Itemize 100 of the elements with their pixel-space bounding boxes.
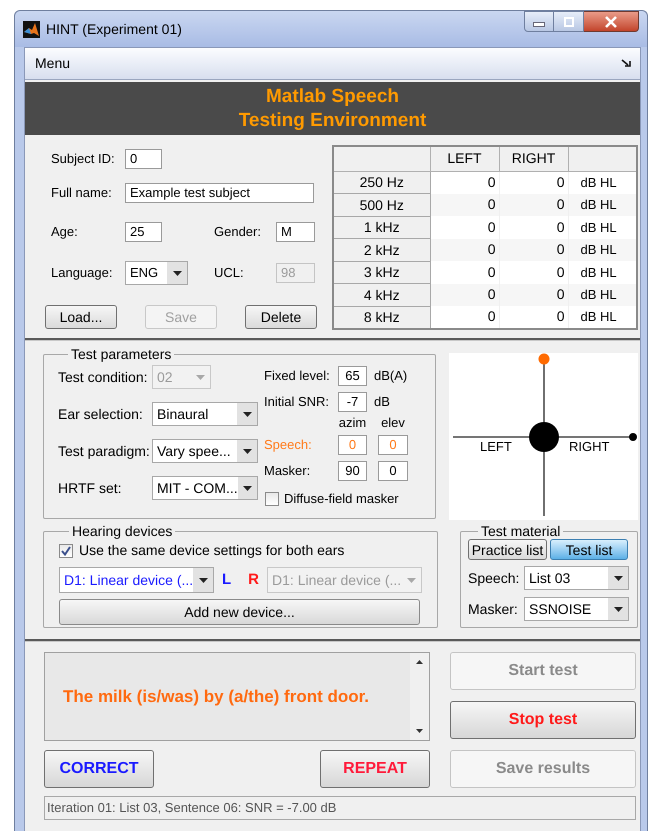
field-label: dB: [374, 393, 390, 412]
caret-icon: [198, 578, 208, 582]
table-cell[interactable]: 0: [499, 306, 568, 328]
caret-icon: [172, 270, 182, 276]
field-label: Speech:: [264, 436, 313, 454]
table-cell: dB HL: [568, 194, 637, 216]
input-field[interactable]: Example test subject: [125, 183, 314, 203]
input-field[interactable]: 0: [125, 149, 162, 169]
button[interactable]: Delete: [245, 305, 317, 329]
field-label: HRTF set:: [58, 478, 123, 498]
matlab-logo-icon: [23, 20, 40, 38]
dropdown[interactable]: MIT - COM...: [152, 476, 258, 500]
banner-title: Matlab Speech: [266, 84, 400, 108]
field-label: Diffuse-field masker: [284, 490, 399, 508]
close-icon: [605, 16, 617, 28]
table-cell: dB HL: [568, 306, 637, 328]
table-cell: dB HL: [568, 284, 637, 306]
table-cell: dB HL: [568, 171, 637, 194]
checkbox[interactable]: [265, 492, 279, 506]
dropdown[interactable]: Vary spee...: [152, 439, 258, 463]
axis-label: LEFT: [480, 439, 512, 454]
ear-marker: R: [248, 570, 260, 590]
expand-arrow-icon: [621, 59, 632, 68]
sentence-text: The milk (is/was) by (a/the) front door.: [62, 686, 370, 708]
check-icon: [61, 546, 71, 556]
row-header: 1 kHz: [333, 216, 430, 238]
field-label: Masker:: [468, 600, 519, 618]
caret-icon: [614, 576, 623, 580]
row-header: 3 kHz: [333, 261, 430, 284]
field-label: azim: [338, 414, 367, 432]
field-label: Masker:: [264, 462, 312, 480]
caret-icon: [614, 606, 623, 612]
field-label: Use the same device settings for both ears: [79, 541, 344, 560]
banner-title: Testing Environment: [238, 108, 426, 132]
button[interactable]: Load...: [45, 305, 117, 329]
dropdown[interactable]: SSNOISE: [524, 597, 630, 621]
table-cell: dB HL: [568, 238, 637, 261]
dropdown[interactable]: D1: Linear device (...: [59, 567, 214, 593]
caret-icon: [196, 374, 204, 380]
table-cell: dB HL: [568, 261, 637, 284]
ear-marker: L: [222, 570, 232, 590]
input-field[interactable]: -7: [338, 392, 367, 412]
field-label: Age:: [51, 223, 79, 242]
group-title: Test parameters: [70, 347, 172, 361]
speech-marker: [538, 354, 550, 364]
dropdown[interactable]: Binaural: [152, 402, 258, 426]
field-label: Gender:: [214, 223, 262, 242]
field-label: Speech:: [468, 568, 520, 588]
field-label: Full name:: [51, 184, 113, 202]
masker-marker: [629, 433, 637, 441]
checkbox[interactable]: [59, 544, 73, 558]
minimize-icon: [533, 22, 545, 27]
menu-item[interactable]: Menu: [34, 53, 72, 74]
row-header: 250 Hz: [333, 171, 430, 194]
dropdown[interactable]: ENG: [125, 261, 188, 285]
caret-icon: [406, 578, 416, 582]
row-header: 2 kHz: [333, 238, 430, 261]
input-field[interactable]: 65: [338, 366, 367, 386]
field-label: Fixed level:: [264, 367, 331, 386]
tab[interactable]: Practice list: [468, 539, 548, 560]
scrollbar[interactable]: [410, 653, 429, 740]
input-field[interactable]: 0: [378, 461, 408, 481]
field-label: Language:: [51, 264, 114, 282]
add-device-button[interactable]: Add new device...: [59, 599, 420, 625]
listener-marker: [529, 422, 559, 452]
field-label: Test condition:: [58, 368, 148, 386]
window-title: HINT (Experiment 01): [46, 20, 182, 39]
row-header: 500 Hz: [333, 194, 430, 216]
input-field[interactable]: M: [276, 222, 315, 242]
dropdown[interactable]: List 03: [524, 566, 630, 590]
input-field[interactable]: 25: [125, 222, 162, 242]
minimize-button[interactable]: [524, 11, 554, 32]
table-cell: dB HL: [568, 216, 637, 238]
field-label: Test paradigm:: [58, 442, 151, 461]
status-bar: Iteration 01: List 03, Sentence 06: SNR = -7.00 dB: [44, 796, 636, 820]
maximize-icon: [564, 16, 574, 26]
caret-icon: [242, 412, 252, 416]
field-label: Subject ID:: [51, 150, 116, 168]
axis-label: RIGHT: [569, 439, 610, 454]
caret-icon: [242, 486, 252, 490]
column-header: LEFT: [430, 146, 499, 171]
field-label: Initial SNR:: [264, 393, 330, 412]
response-button[interactable]: CORRECT: [44, 750, 154, 788]
table-cell[interactable]: 0: [430, 306, 499, 328]
row-header: 4 kHz: [333, 284, 430, 306]
row-header: 8 kHz: [333, 306, 430, 328]
field-label: dB(A): [374, 367, 408, 386]
input-field[interactable]: 90: [338, 461, 367, 481]
scroll-up-icon: [416, 660, 423, 664]
scroll-down-icon: [416, 729, 423, 733]
field-label: Ear selection:: [58, 404, 144, 424]
column-header: RIGHT: [499, 146, 568, 171]
group-title: Test material: [480, 524, 562, 538]
tab[interactable]: Test list: [550, 539, 628, 560]
field-label: elev: [380, 414, 406, 432]
caret-icon: [242, 448, 252, 454]
maximize-button[interactable]: [554, 11, 584, 32]
group-title: Hearing devices: [71, 524, 174, 538]
column-header: [568, 146, 637, 171]
close-button[interactable]: [584, 11, 639, 32]
